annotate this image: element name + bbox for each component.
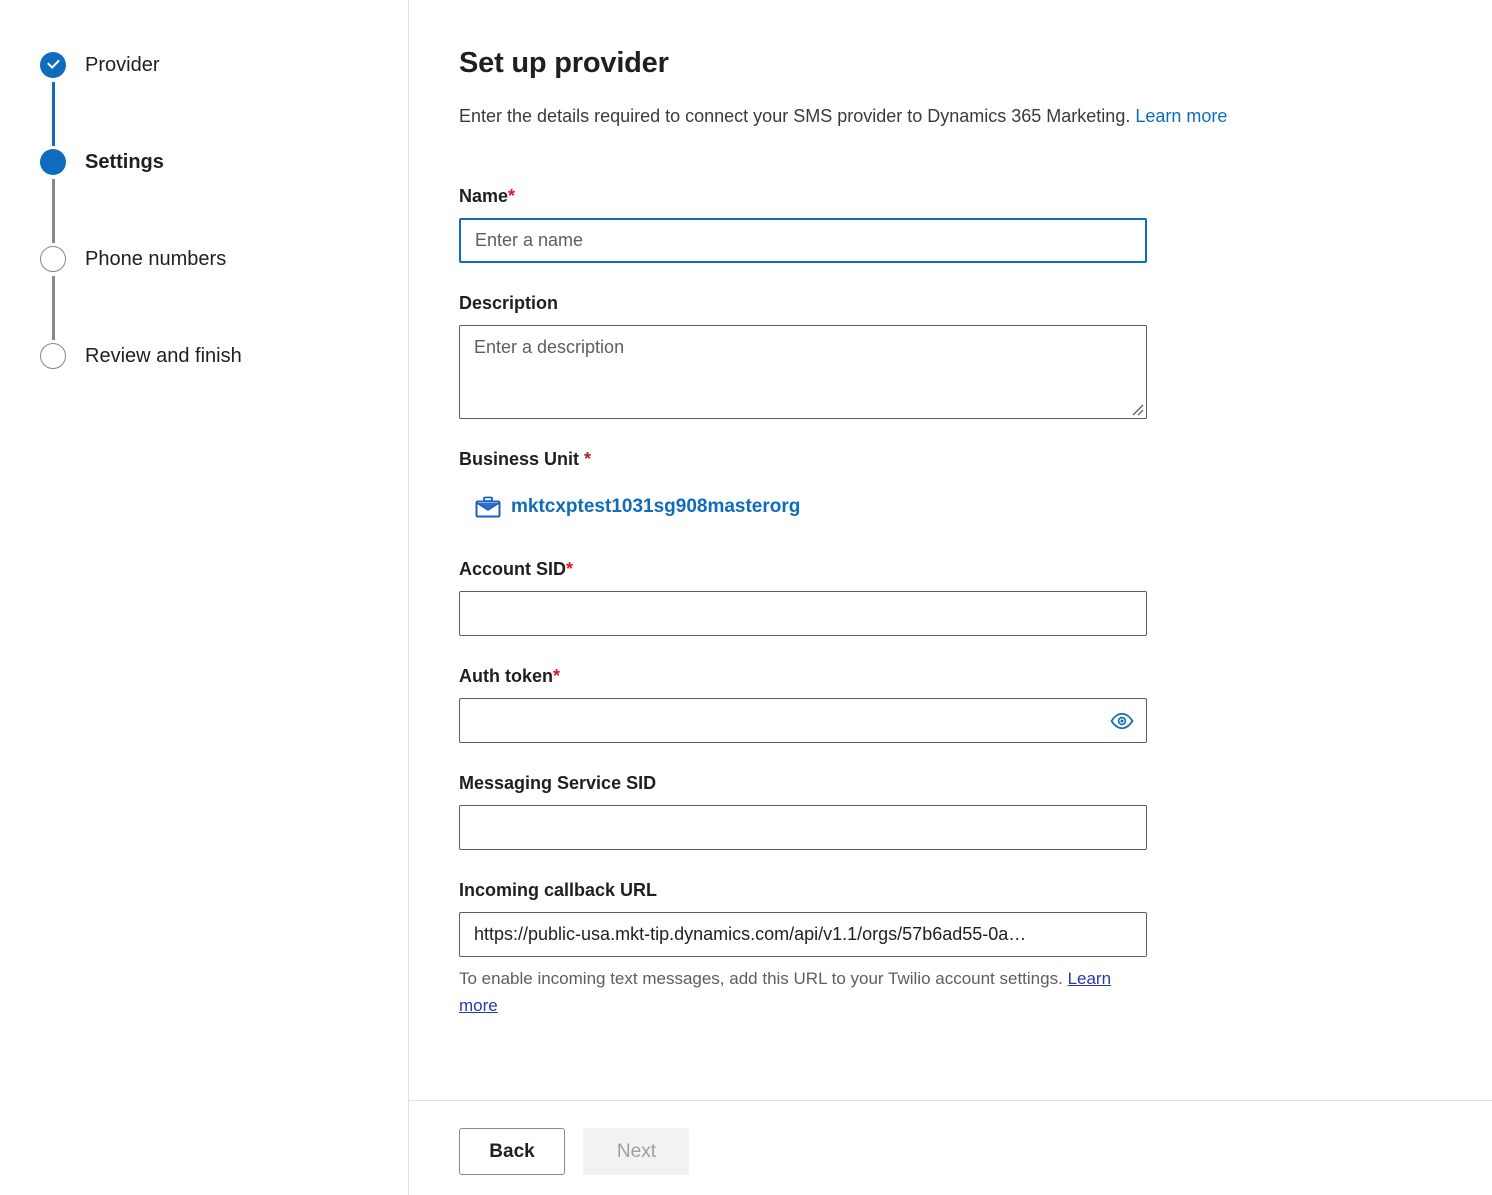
field-label-incoming-callback-url: Incoming callback URL [459, 880, 658, 900]
wizard-step-label-phone-numbers: Phone numbers [85, 248, 227, 270]
step-connector-phone-review [52, 276, 55, 340]
description-textarea-wrap [459, 325, 1147, 419]
field-account-sid: Account SID* [459, 557, 1492, 636]
briefcase-icon [475, 496, 501, 518]
field-messaging-service-sid: Messaging Service SID [459, 771, 1492, 850]
auth-token-input-wrap [459, 698, 1147, 743]
step-marker-settings [40, 149, 66, 243]
step-connector-provider-settings [52, 82, 55, 146]
form-scroll-area: Set up provider Enter the details requir… [409, 0, 1492, 1100]
step-connector-settings-phone [52, 179, 55, 243]
wizard-footer: Back Next [409, 1100, 1492, 1195]
required-asterisk-name: * [508, 186, 516, 206]
account-sid-input[interactable] [459, 591, 1147, 636]
field-label-business-unit: Business Unit * [459, 447, 1492, 471]
business-unit-name: mktcxptest1031sg908masterorg [511, 496, 801, 517]
description-textarea[interactable] [459, 325, 1147, 419]
business-unit-lookup-value[interactable]: mktcxptest1031sg908masterorg [475, 495, 800, 519]
field-label-auth-token-text: Auth token [459, 666, 553, 686]
page-subtitle: Enter the details required to connect yo… [459, 104, 1492, 128]
empty-circle-icon [40, 343, 66, 369]
field-label-description: Description [459, 293, 559, 313]
required-asterisk-business-unit: * [584, 449, 592, 469]
wizard-step-provider[interactable]: Provider [40, 52, 408, 149]
wizard-step-label-settings: Settings [85, 151, 164, 173]
field-label-name-text: Name [459, 186, 509, 206]
field-business-unit: Business Unit * mktcxptest1031sg908maste… [459, 447, 1492, 523]
incoming-callback-url-input[interactable] [459, 912, 1147, 957]
field-label-messaging-service-sid: Messaging Service SID [459, 773, 657, 793]
required-asterisk-account-sid: * [566, 559, 574, 579]
wizard-step-settings[interactable]: Settings [40, 149, 408, 246]
field-label-name: Name* [459, 184, 1492, 208]
field-auth-token: Auth token* [459, 664, 1492, 743]
incoming-callback-url-hint-text: To enable incoming text messages, add th… [459, 969, 1063, 988]
field-label-account-sid-text: Account SID [459, 559, 567, 579]
field-label-account-sid: Account SID* [459, 557, 1492, 581]
field-label-auth-token: Auth token* [459, 664, 1492, 688]
wizard-stepper: Provider Settings Phone numbers Review a… [0, 52, 408, 369]
field-label-business-unit-text: Business Unit [459, 449, 585, 469]
header-learn-more-link[interactable]: Learn more [1135, 106, 1227, 126]
wizard-step-label-provider: Provider [85, 54, 160, 76]
incoming-callback-url-hint: To enable incoming text messages, add th… [459, 965, 1149, 1019]
auth-token-input[interactable] [459, 698, 1147, 743]
next-button[interactable]: Next [583, 1128, 690, 1175]
eye-icon [1110, 712, 1134, 729]
wizard-stepper-pane: Provider Settings Phone numbers Review a… [0, 0, 409, 1195]
empty-circle-icon [40, 246, 66, 272]
page-subtitle-text: Enter the details required to connect yo… [459, 106, 1131, 126]
reveal-auth-token-button[interactable] [1105, 704, 1139, 738]
wizard-step-phone-numbers[interactable]: Phone numbers [40, 246, 408, 343]
field-description: Description [459, 291, 1492, 419]
step-marker-provider [40, 52, 66, 146]
back-button[interactable]: Back [459, 1128, 565, 1175]
name-input[interactable] [459, 218, 1147, 263]
setup-provider-wizard-page: Provider Settings Phone numbers Review a… [0, 0, 1492, 1195]
messaging-service-sid-input[interactable] [459, 805, 1147, 850]
step-marker-review-and-finish [40, 343, 66, 369]
required-asterisk-auth-token: * [553, 666, 561, 686]
field-incoming-callback-url: Incoming callback URL To enable incoming… [459, 878, 1492, 1019]
page-title: Set up provider [459, 47, 669, 79]
wizard-step-review-and-finish[interactable]: Review and finish [40, 343, 408, 369]
field-name: Name* [459, 184, 1492, 263]
step-marker-phone-numbers [40, 246, 66, 340]
check-circle-icon [40, 52, 66, 78]
setup-provider-content: Set up provider Enter the details requir… [409, 0, 1492, 1195]
filled-circle-icon [40, 149, 66, 175]
wizard-step-label-review-and-finish: Review and finish [85, 345, 242, 367]
